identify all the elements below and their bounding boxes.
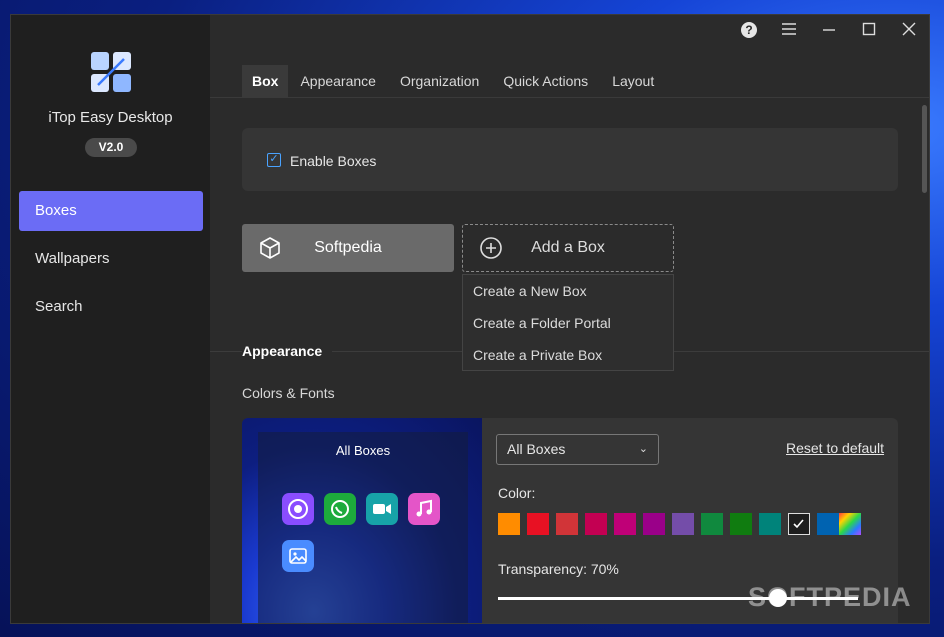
- tab-bar: Box Appearance Organization Quick Action…: [242, 65, 666, 97]
- version-badge: V2.0: [85, 138, 137, 157]
- add-box-button[interactable]: Add a Box: [462, 224, 674, 272]
- chevron-down-icon: ⌄: [638, 443, 648, 455]
- help-icon: ?: [741, 22, 757, 38]
- enable-boxes-card: ✓ Enable Boxes: [242, 128, 898, 191]
- close-icon: [902, 22, 916, 36]
- color-swatch[interactable]: [643, 513, 665, 535]
- menu-item-new-box[interactable]: Create a New Box: [463, 275, 673, 307]
- sidebar-item-search[interactable]: Search: [19, 287, 203, 327]
- main-panel: ? Box Appearance Organization Quick Acti…: [210, 15, 929, 623]
- color-swatch[interactable]: [585, 513, 607, 535]
- custom-color-picker-icon[interactable]: [839, 513, 861, 535]
- color-label: Color:: [498, 485, 536, 501]
- sidebar-item-wallpapers[interactable]: Wallpapers: [19, 239, 203, 279]
- minimize-icon: [823, 29, 835, 31]
- tab-quick-actions[interactable]: Quick Actions: [491, 65, 600, 97]
- appearance-section-title: Appearance: [242, 343, 333, 359]
- whatsapp-icon: [324, 493, 356, 525]
- color-swatch[interactable]: [730, 513, 752, 535]
- scrollbar[interactable]: [922, 105, 927, 193]
- menu-item-private-box[interactable]: Create a Private Box: [463, 339, 673, 371]
- color-swatch[interactable]: [817, 513, 839, 535]
- box-softpedia-button[interactable]: Softpedia: [242, 224, 454, 272]
- preview-wallpaper: All Boxes: [242, 418, 482, 623]
- menu-button[interactable]: [777, 21, 801, 41]
- tab-layout[interactable]: Layout: [600, 65, 666, 97]
- enable-boxes-checkbox[interactable]: ✓: [267, 153, 281, 167]
- color-swatch[interactable]: [672, 513, 694, 535]
- photos-icon: [282, 540, 314, 572]
- add-circle-icon: [480, 237, 502, 259]
- color-swatch[interactable]: [498, 513, 520, 535]
- transparency-label: Transparency: 70%: [498, 561, 619, 577]
- video-camera-icon: [366, 493, 398, 525]
- reset-to-default-link[interactable]: Reset to default: [786, 440, 884, 456]
- preview-box: All Boxes: [258, 432, 468, 623]
- tab-organization[interactable]: Organization: [388, 65, 491, 97]
- colors-fonts-subtitle: Colors & Fonts: [242, 385, 335, 401]
- sidebar-item-boxes[interactable]: Boxes: [19, 191, 203, 231]
- color-swatch[interactable]: [759, 513, 781, 535]
- minimize-button[interactable]: [817, 21, 841, 41]
- app-name: iTop Easy Desktop: [48, 109, 173, 126]
- maximize-icon: [862, 22, 876, 36]
- tab-box[interactable]: Box: [242, 65, 289, 97]
- menu-icon: [782, 23, 796, 35]
- preview-box-title: All Boxes: [335, 443, 391, 458]
- help-button[interactable]: ?: [737, 21, 761, 41]
- color-swatch[interactable]: [527, 513, 549, 535]
- enable-boxes-label: Enable Boxes: [290, 153, 377, 169]
- check-icon: [793, 519, 804, 529]
- maximize-button[interactable]: [857, 21, 881, 41]
- chrome-icon: [282, 493, 314, 525]
- add-box-label: Add a Box: [531, 239, 605, 256]
- tab-divider: [210, 97, 929, 98]
- app-window: iTop Easy Desktop V2.0 Boxes Wallpapers …: [10, 14, 930, 624]
- app-logo-icon: [91, 52, 131, 92]
- menu-item-folder-portal[interactable]: Create a Folder Portal: [463, 307, 673, 339]
- color-swatch[interactable]: [788, 513, 810, 535]
- color-swatch[interactable]: [556, 513, 578, 535]
- tab-appearance[interactable]: Appearance: [288, 65, 388, 97]
- cube-icon: [260, 237, 280, 259]
- close-button[interactable]: [897, 21, 921, 41]
- box-select-dropdown[interactable]: All Boxes ⌄: [496, 434, 659, 465]
- music-icon: [408, 493, 440, 525]
- box-name: Softpedia: [314, 239, 382, 256]
- sidebar: iTop Easy Desktop V2.0 Boxes Wallpapers …: [11, 15, 210, 623]
- add-box-menu: Create a New Box Create a Folder Portal …: [462, 274, 674, 371]
- box-select-value: All Boxes: [507, 441, 566, 457]
- color-swatch[interactable]: [701, 513, 723, 535]
- watermark: SOFTPEDIA: [748, 582, 912, 612]
- svg-text:?: ?: [745, 23, 752, 37]
- color-swatch[interactable]: [614, 513, 636, 535]
